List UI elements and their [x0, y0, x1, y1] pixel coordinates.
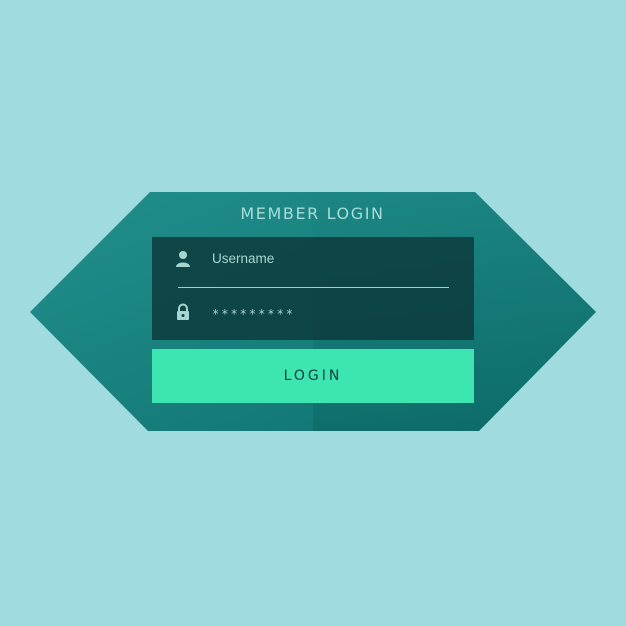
login-button[interactable]: LOGIN — [152, 349, 474, 403]
user-icon — [176, 251, 190, 267]
username-input[interactable]: Username — [212, 251, 274, 266]
login-screen: MEMBER LOGIN Username ********* LOGIN — [0, 0, 626, 626]
page-title: MEMBER LOGIN — [240, 204, 385, 223]
field-divider — [178, 287, 449, 288]
password-input[interactable]: ********* — [212, 307, 295, 321]
login-form: Username ********* — [152, 237, 474, 340]
username-field[interactable]: Username — [152, 237, 474, 287]
password-field[interactable]: ********* — [152, 289, 474, 339]
lock-icon — [177, 303, 189, 320]
